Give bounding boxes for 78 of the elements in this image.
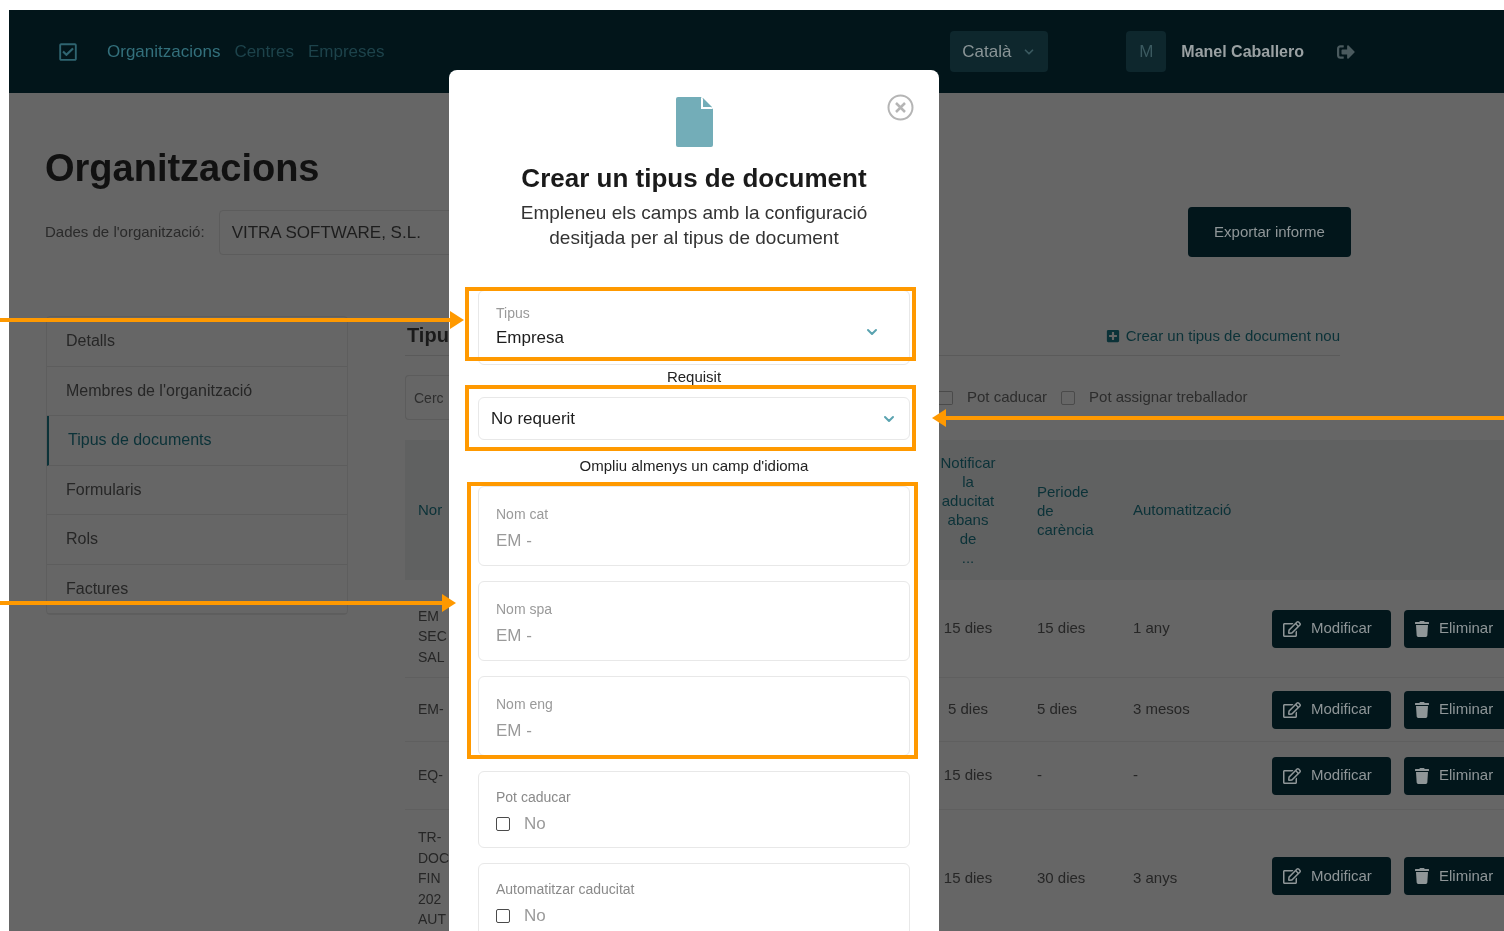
checkbox[interactable] — [496, 909, 510, 923]
export-button[interactable]: Exportar informe — [1188, 207, 1351, 257]
delete-button[interactable]: Eliminar — [1404, 756, 1504, 795]
create-link[interactable]: Crear un tipus de document nou — [1105, 325, 1340, 348]
table-cell-text: 3 mesos — [1133, 699, 1190, 720]
trash-icon — [1415, 868, 1429, 884]
table-cell-text: - — [1037, 765, 1042, 786]
field-value: EM - — [496, 530, 533, 552]
field-label: Automatitzar caducitat — [496, 880, 636, 898]
close-icon[interactable] — [887, 94, 914, 121]
filter-label: Pot caducar — [967, 387, 1048, 408]
table-cell-text: 15 dies — [943, 618, 993, 639]
user-name: Manel Caballero — [1181, 41, 1304, 62]
delete-button[interactable]: Eliminar — [1404, 609, 1504, 648]
table-cell-text: EM SEC SAL — [418, 606, 447, 667]
column-header: Nor — [418, 499, 443, 520]
select-field[interactable]: No requerit — [478, 397, 910, 440]
table-cell-text: 5 dies — [948, 699, 988, 720]
checkbox[interactable] — [1061, 390, 1076, 405]
org-label: Dades de l'organització: — [45, 222, 205, 243]
sidebar-item[interactable]: Formularis — [47, 465, 347, 515]
table-cell-text: 15 dies — [1037, 618, 1086, 639]
edit-icon — [1283, 619, 1301, 638]
logout-icon[interactable] — [1337, 42, 1355, 61]
search-field[interactable]: Cerc — [405, 375, 449, 420]
table-cell-text: 30 dies — [1037, 868, 1086, 888]
field-label: Pot caducar — [496, 788, 572, 806]
checkbox-logo-icon — [58, 41, 78, 62]
plus-icon — [1105, 329, 1120, 344]
language-select[interactable]: Català — [950, 31, 1049, 72]
table-cell-text: 15 dies — [943, 868, 993, 888]
field-caption: Requisit — [666, 367, 722, 387]
field-value: Empresa — [496, 327, 565, 349]
modify-button[interactable]: Modificar — [1272, 690, 1391, 729]
table-cell-text: TR- DOC FIN 202 AUT — [418, 828, 449, 929]
text-field[interactable]: Nom cat EM - — [478, 486, 910, 566]
checkbox-label: No — [524, 905, 546, 928]
nav-link[interactable]: Organitzacions — [107, 38, 221, 65]
sidebar-item[interactable]: Rols — [47, 515, 347, 565]
table-cell-text: EM- — [418, 700, 444, 720]
table-cell-text: EQ- — [418, 766, 443, 786]
dialog-subtitle: Empleneu els camps amb la configuració desitjada per al tipus de document — [519, 201, 869, 250]
field-label: Nom spa — [496, 600, 554, 618]
dialog-title: Crear un tipus de document — [521, 162, 867, 194]
column-header: Automatització — [1133, 499, 1232, 520]
page-title: Organitzacions — [45, 146, 321, 190]
modify-button[interactable]: Modificar — [1272, 857, 1391, 895]
filter-label: Pot assignar treballador — [1089, 387, 1248, 408]
sidebar-item[interactable]: Membres de l'organització — [47, 366, 347, 416]
table-cell-text: 1 any — [1133, 618, 1170, 639]
table-cell-text: 5 dies — [1037, 699, 1078, 720]
document-icon — [675, 97, 713, 147]
column-header: Periode de carència — [1037, 481, 1094, 539]
field-value: EM - — [496, 625, 533, 647]
field-label: Tipus — [496, 304, 531, 322]
sidebar-item[interactable]: Tipus de documents — [47, 416, 347, 466]
checkbox-label: No — [524, 813, 546, 836]
table-cell-text: 3 anys — [1133, 868, 1178, 888]
modify-button[interactable]: Modificar — [1272, 609, 1391, 648]
field-value: EM - — [496, 720, 533, 742]
trash-icon — [1415, 620, 1429, 637]
section-heading: Tipu — [406, 323, 449, 348]
edit-icon — [1283, 766, 1301, 785]
text-field[interactable]: Nom spa EM - — [478, 581, 910, 661]
field-caption: Ompliu almenys un camp d'idioma — [579, 456, 809, 476]
delete-button[interactable]: Eliminar — [1404, 690, 1504, 729]
field-label: Nom eng — [496, 695, 554, 713]
table-cell-text: 15 dies — [943, 765, 993, 786]
edit-icon — [1283, 700, 1301, 719]
edit-icon — [1283, 867, 1301, 885]
delete-button[interactable]: Eliminar — [1404, 857, 1504, 895]
trash-icon — [1415, 767, 1429, 784]
checkbox[interactable] — [496, 817, 510, 831]
field-label: Nom cat — [496, 505, 550, 523]
column-header: Notificar la aducitat abans de ... — [939, 453, 997, 567]
table-cell-text: - — [1133, 765, 1138, 786]
modify-button[interactable]: Modificar — [1272, 756, 1391, 795]
trash-icon — [1415, 701, 1429, 718]
